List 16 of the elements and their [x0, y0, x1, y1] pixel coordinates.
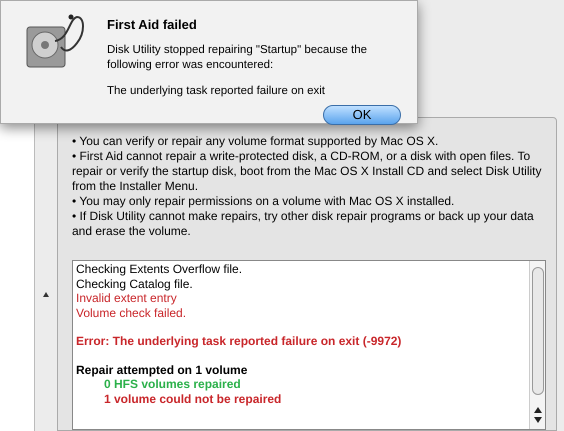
info-text: • If Disk Utility cannot make repairs, try other disk repair programs or back up your data and erase the volume. — [72, 209, 535, 239]
log-line: Checking Catalog file. — [76, 276, 194, 291]
log-line: Invalid extent entry — [76, 291, 178, 306]
log-line: Volume check failed. — [76, 306, 188, 320]
dialog-detail: The underlying task reported failure on exit — [107, 84, 326, 98]
ok-button[interactable]: OK — [323, 104, 401, 125]
log-line: Error: The underlying task reported failure on exit (-9972) — [76, 334, 402, 348]
info-text: • You can verify or repair any volume format supported by Mac OS X. — [72, 134, 440, 149]
log-line: 0 HFS volumes repaired — [103, 377, 242, 392]
info-text: • You may only repair permissions on a volume with Mac OS X installed. — [72, 194, 456, 209]
log-line: Repair attempted on 1 volume — [76, 362, 248, 377]
dialog-title: First Aid failed — [107, 16, 198, 34]
log-line: Checking Extents Overflow file. — [76, 262, 244, 276]
dialog-message: Disk Utility stopped repairing "Startup" because the following error was encountered: — [107, 42, 368, 72]
info-text: • First Aid cannot repair a write-protected disk, a CD-ROM, or a disk with open files. To repair or verify the startup disk, boot from the Mac OS X Install CD and select Disk Utility from the Installer Menu. — [72, 149, 542, 194]
log-line: 1 volume could not be repaired — [103, 392, 282, 406]
